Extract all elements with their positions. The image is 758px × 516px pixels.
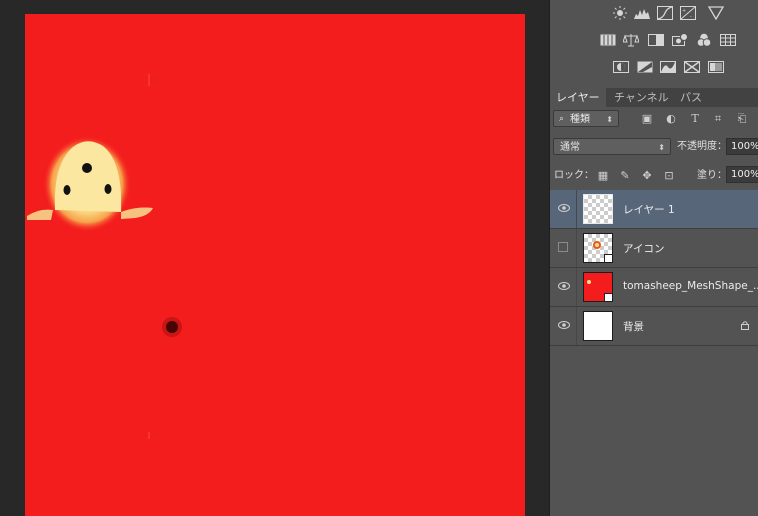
smart-object-filter-icon[interactable]: ⎗ (736, 113, 748, 125)
blend-mode-value: 通常 (560, 142, 580, 153)
smart-object-badge-icon (604, 293, 612, 301)
color-lookup-icon[interactable] (720, 33, 736, 47)
lock-label: ロック： (554, 170, 594, 181)
opacity-label: 不透明度： (677, 141, 727, 152)
creature-right-arm (121, 207, 153, 219)
blend-mode-select[interactable]: 通常 ⬍ (553, 138, 671, 155)
updown-arrow-icon: ⬍ (606, 115, 613, 124)
smart-object-badge-icon (604, 254, 612, 262)
canvas-artwork (27, 74, 182, 439)
search-icon: ⌕ (559, 114, 565, 124)
layers-panel-tabs: レイヤー チャンネル パス (550, 88, 758, 107)
eye-icon[interactable] (558, 280, 570, 292)
pixel-filter-icon[interactable]: ▣ (641, 113, 653, 125)
layer-kind-filter[interactable]: ⌕ 種類 ⬍ (553, 110, 619, 127)
lock-row: ロック： ▦ ✎ ✥ ⊡ 塗り： 100% (550, 166, 758, 186)
bw-icon[interactable] (648, 33, 664, 47)
lock-brush-icon[interactable]: ✎ (619, 170, 631, 182)
layer-thumbnail (583, 233, 613, 263)
layer-row[interactable]: 背景 (550, 307, 758, 346)
fill-label: 塗り： (697, 170, 727, 181)
svg-text:+: + (682, 8, 686, 14)
layer-row[interactable]: アイコン (550, 229, 758, 268)
eye-icon[interactable] (558, 319, 570, 331)
blend-row: 通常 ⬍ 不透明度： 100% (550, 138, 758, 158)
layer-name: tomasheep_MeshShape_... (623, 280, 758, 292)
lock-position-icon[interactable]: ✥ (641, 170, 653, 182)
layer-name: 背景 (623, 321, 644, 333)
threshold-icon[interactable] (660, 60, 676, 74)
shape-filter-icon[interactable]: ⌗ (712, 113, 724, 125)
photo-filter-icon[interactable] (672, 33, 688, 47)
layer-thumbnail (583, 272, 613, 302)
layer-filter-row: ⌕ 種類 ⬍ ▣ ◐ T ⌗ ⎗ (550, 110, 758, 130)
curves-icon[interactable] (657, 6, 673, 20)
gradient-map-icon[interactable] (708, 60, 724, 74)
balance-icon[interactable] (623, 33, 639, 47)
svg-text:-: - (690, 14, 692, 20)
layer-row[interactable]: レイヤー 1 (550, 190, 758, 229)
lock-icon (741, 321, 749, 330)
tab-paths[interactable]: パス (674, 88, 708, 107)
eye-icon[interactable] (558, 202, 570, 214)
tab-layers[interactable]: レイヤー (550, 88, 606, 107)
triangle-icon[interactable] (708, 6, 724, 20)
invert-icon[interactable] (613, 60, 629, 74)
layer-row[interactable]: tomasheep_MeshShape_... (550, 268, 758, 307)
layer-kind-label: 種類 (570, 114, 590, 125)
updown-arrow-icon: ⬍ (658, 143, 665, 152)
creature-eye-left (63, 185, 71, 195)
opacity-input[interactable]: 100% (726, 138, 758, 155)
lock-all-icon[interactable]: ⊡ (663, 170, 675, 182)
creature-eye-right (104, 184, 112, 194)
layer-name: レイヤー 1 (623, 204, 675, 216)
layer-name: アイコン (623, 243, 665, 255)
creature-left-arm (27, 209, 53, 220)
selective-color-icon[interactable] (684, 60, 700, 74)
exposure-icon[interactable]: + - (680, 6, 696, 20)
lock-transparency-icon[interactable]: ▦ (597, 170, 609, 182)
document-canvas[interactable] (25, 14, 525, 516)
layer-thumbnail (583, 194, 613, 224)
adjustments-panel: + - (550, 0, 758, 86)
posterize-icon[interactable] (637, 60, 653, 74)
right-panel: + - レイヤー チャンネル パス ⌕ 種類 ⬍ ▣ ◐ T ⌗ ⎗ 通常 ⬍ 不… (550, 0, 758, 516)
layers-list: レイヤー 1 アイコン tomasheep_MeshShape_... 背景 (550, 190, 758, 346)
layer-thumbnail (583, 311, 613, 341)
tab-channels[interactable]: チャンネル (608, 88, 675, 107)
visibility-toggle-empty[interactable] (558, 242, 568, 252)
type-filter-icon[interactable]: T (689, 113, 701, 125)
creature-eye-top (82, 163, 92, 173)
adjustment-filter-icon[interactable]: ◐ (665, 113, 677, 125)
vibrance-icon[interactable] (600, 33, 616, 47)
levels-icon[interactable] (634, 6, 650, 20)
fill-input[interactable]: 100% (726, 166, 758, 183)
document-workspace (0, 0, 549, 516)
brightness-icon[interactable] (612, 6, 628, 20)
channel-mixer-icon[interactable] (696, 33, 712, 47)
